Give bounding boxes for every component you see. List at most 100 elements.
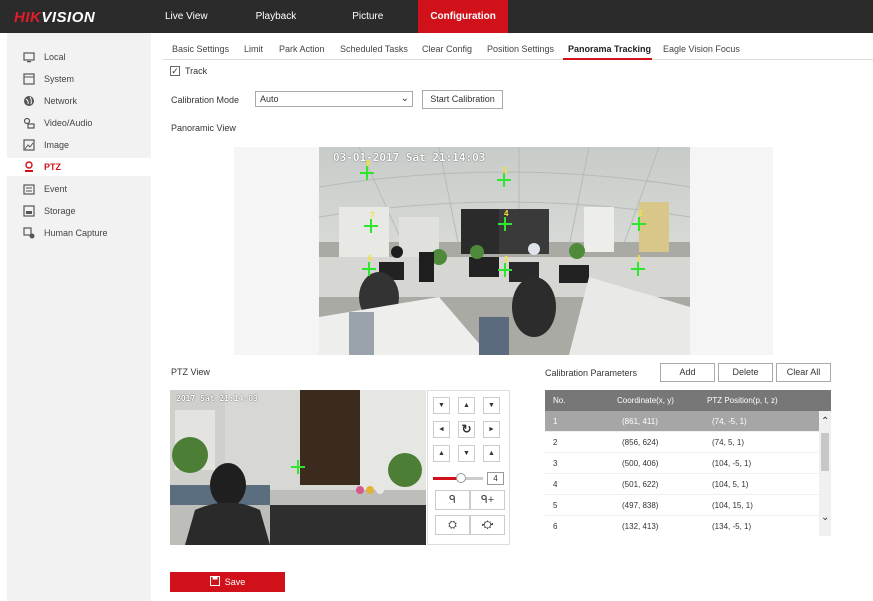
sidebar: Local System Network Video/Audio Image P…	[7, 33, 151, 601]
sidebar-item-system[interactable]: System	[7, 70, 151, 88]
ptz-osd-timestamp: 2017 Sat 21:14:03	[176, 394, 258, 403]
nav-playback[interactable]: Playback	[243, 0, 310, 33]
calibration-parameters-label: Calibration Parameters	[545, 368, 638, 378]
calibration-point-7-number: 7	[370, 211, 375, 220]
calibration-point-2-number: 2	[638, 209, 643, 218]
pan-right-button[interactable]: ►	[483, 421, 500, 438]
video-audio-icon	[22, 116, 36, 130]
delete-button[interactable]: Delete	[718, 363, 773, 382]
sidebar-item-image[interactable]: Image	[7, 136, 151, 154]
chevron-down-icon: ⌄	[400, 93, 409, 104]
nav-live-view[interactable]: Live View	[152, 0, 221, 33]
sidebar-item-storage[interactable]: Storage	[7, 202, 151, 220]
pan-left-button[interactable]: ◄	[433, 421, 450, 438]
track-checkbox[interactable]: ✓	[170, 66, 180, 76]
tab-position-settings[interactable]: Position Settings	[487, 44, 554, 54]
calibration-point-1-number: 1	[637, 254, 642, 263]
table-row[interactable]: 6 (132, 413) (134, -5, 1)	[545, 516, 820, 536]
ptz-subtabs: Basic Settings Limit Park Action Schedul…	[163, 38, 873, 60]
ptz-icon	[22, 160, 36, 174]
calibration-point-5[interactable]	[497, 173, 511, 187]
pan-up-right-button[interactable]: ▼	[483, 397, 500, 414]
panoramic-osd-timestamp: 03-01-2017 Sat 21:14:03	[333, 151, 486, 164]
calibration-point-1[interactable]	[631, 262, 645, 276]
track-label: Track	[185, 66, 208, 76]
storage-icon	[22, 204, 36, 218]
calibration-point-8-number: 8	[366, 159, 371, 168]
save-icon	[209, 573, 220, 593]
col-no: No.	[553, 396, 566, 405]
ptz-center-crosshair	[291, 460, 305, 474]
calibration-point-6-number: 6	[368, 254, 373, 263]
calibration-point-4-number: 4	[504, 209, 509, 218]
human-capture-icon	[22, 226, 36, 240]
calibration-table: No. Coordinate(x, y) PTZ Position(p, t, …	[545, 390, 831, 536]
calibration-point-4[interactable]	[498, 217, 512, 231]
tab-scheduled-tasks[interactable]: Scheduled Tasks	[340, 44, 408, 54]
calibration-point-8[interactable]	[360, 166, 374, 180]
main-nav: Live View Playback Picture Configuration	[152, 0, 508, 33]
calibration-mode-select[interactable]: Auto ⌄	[255, 91, 413, 107]
calibration-point-5-number: 5	[503, 166, 508, 175]
tab-panorama-tracking[interactable]: Panorama Tracking	[568, 44, 651, 54]
nav-configuration[interactable]: Configuration	[418, 0, 508, 33]
calibration-point-2[interactable]	[632, 217, 646, 231]
panoramic-view-label: Panoramic View	[171, 123, 236, 133]
table-row[interactable]: 1 (861, 411) (74, -5, 1)	[545, 411, 820, 432]
save-button[interactable]: Save	[170, 572, 285, 592]
sidebar-item-video-audio[interactable]: Video/Audio	[7, 114, 151, 132]
brand-logo: HIKVISION	[14, 9, 96, 26]
tab-park-action[interactable]: Park Action	[279, 44, 325, 54]
sidebar-item-human-capture[interactable]: Human Capture	[7, 224, 151, 242]
pan-down-left-button[interactable]: ▲	[433, 445, 450, 462]
table-row[interactable]: 5 (497, 838) (104, 15, 1)	[545, 495, 820, 516]
event-icon	[22, 182, 36, 196]
start-calibration-button[interactable]: Start Calibration	[422, 90, 503, 109]
tilt-up-button[interactable]: ▲	[458, 397, 475, 414]
table-header: No. Coordinate(x, y) PTZ Position(p, t, …	[545, 390, 831, 411]
calibration-point-3-number: 3	[504, 255, 509, 264]
add-button[interactable]: Add	[660, 363, 715, 382]
calibration-point-6[interactable]	[362, 262, 376, 276]
col-coordinate: Coordinate(x, y)	[617, 396, 674, 405]
calibration-mode-label: Calibration Mode	[171, 95, 240, 105]
sidebar-item-network[interactable]: Network	[7, 92, 151, 110]
tilt-down-button[interactable]: ▼	[458, 445, 475, 462]
active-tab-indicator	[563, 58, 652, 60]
tab-limit[interactable]: Limit	[244, 44, 263, 54]
top-bar: HIKVISION Live View Playback Picture Con…	[0, 0, 873, 33]
focus-near-button[interactable]: ⛭	[435, 515, 470, 535]
speed-value[interactable]: 4	[487, 472, 504, 485]
sidebar-item-event[interactable]: Event	[7, 180, 151, 198]
sidebar-item-ptz[interactable]: PTZ	[7, 158, 151, 176]
tab-basic-settings[interactable]: Basic Settings	[172, 44, 229, 54]
pan-up-left-button[interactable]: ▼	[433, 397, 450, 414]
ptz-video[interactable]: 2017 Sat 21:14:03	[170, 390, 426, 545]
tab-clear-config[interactable]: Clear Config	[422, 44, 472, 54]
ptz-view-label: PTZ View	[171, 367, 210, 377]
tab-eagle-vision-focus[interactable]: Eagle Vision Focus	[663, 44, 740, 54]
table-row[interactable]: 4 (501, 622) (104, 5, 1)	[545, 474, 820, 495]
table-row[interactable]: 2 (856, 624) (74, 5, 1)	[545, 432, 820, 453]
auto-scan-button[interactable]: ↻	[458, 421, 475, 438]
zoom-in-button[interactable]: ᑫ+	[470, 490, 505, 510]
col-ptz-position: PTZ Position(p, t, z)	[707, 396, 778, 405]
clear-all-button[interactable]: Clear All	[776, 363, 831, 382]
speed-slider-handle[interactable]	[455, 473, 466, 483]
scroll-down-icon[interactable]: ⌄	[821, 512, 829, 523]
system-icon	[22, 72, 36, 86]
panoramic-video[interactable]: 03-01-2017 Sat 21:14:03 8 5 7 4 2 6 3 1	[319, 147, 690, 355]
calibration-point-3[interactable]	[498, 263, 512, 277]
globe-icon	[22, 94, 36, 108]
zoom-out-button[interactable]: ᑫ	[435, 490, 470, 510]
image-icon	[22, 138, 36, 152]
table-row[interactable]: 3 (500, 406) (104, -5, 1)	[545, 453, 820, 474]
sidebar-item-local[interactable]: Local	[7, 48, 151, 66]
pan-down-right-button[interactable]: ▲	[483, 445, 500, 462]
calibration-point-7[interactable]	[364, 219, 378, 233]
focus-far-button[interactable]: ⛮	[470, 515, 505, 535]
table-scrollbar-thumb[interactable]	[821, 433, 829, 471]
nav-picture[interactable]: Picture	[339, 0, 396, 33]
monitor-icon	[22, 50, 36, 64]
scroll-up-icon[interactable]: ⌃	[821, 416, 829, 427]
